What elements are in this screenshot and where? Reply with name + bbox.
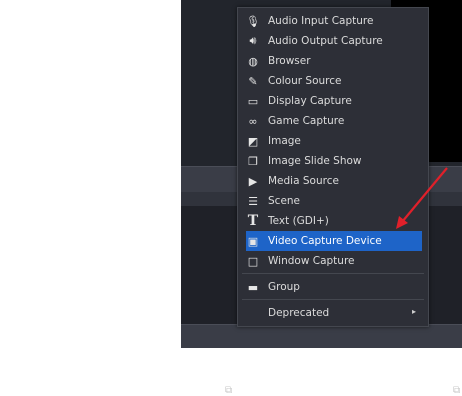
- dock-float-icon[interactable]: ⧉: [225, 385, 232, 396]
- menu-item-display-capture[interactable]: ▭ Display Capture: [238, 91, 428, 111]
- menu-item-audio-output-capture[interactable]: 🔊︎ Audio Output Capture: [238, 31, 428, 51]
- text-icon: T: [247, 213, 259, 229]
- menu-separator: [242, 273, 424, 274]
- menu-item-video-capture-device[interactable]: ▣ Video Capture Device: [246, 231, 422, 251]
- add-source-menu: 🎙︎ Audio Input Capture 🔊︎ Audio Output C…: [237, 7, 429, 327]
- slideshow-icon: ❐: [248, 154, 258, 168]
- window-icon: □: [247, 254, 259, 268]
- menu-item-deprecated[interactable]: Deprecated ▸: [238, 303, 428, 323]
- menu-item-group[interactable]: ▬ Group: [238, 277, 428, 297]
- camera-icon: ▣: [247, 234, 259, 248]
- play-icon: ▶: [248, 174, 258, 188]
- menu-item-game-capture[interactable]: ∞ Game Capture: [238, 111, 428, 131]
- gamepad-icon: ∞: [248, 114, 258, 128]
- menu-item-scene[interactable]: ☰ Scene: [238, 191, 428, 211]
- microphone-icon: 🎙︎: [246, 14, 260, 28]
- menu-item-image-slide-show[interactable]: ❐ Image Slide Show: [238, 151, 428, 171]
- menu-item-colour-source[interactable]: ✎ Colour Source: [238, 71, 428, 91]
- menu-item-window-capture[interactable]: □ Window Capture: [238, 251, 428, 271]
- dock-footer: [181, 324, 462, 348]
- list-icon: ☰: [248, 194, 258, 208]
- folder-icon: ▬: [247, 280, 259, 294]
- menu-item-audio-input-capture[interactable]: 🎙︎ Audio Input Capture: [238, 11, 428, 31]
- menu-item-text-gdi[interactable]: T Text (GDI+): [238, 211, 428, 231]
- chevron-right-icon: ▸: [411, 307, 416, 316]
- menu-item-image[interactable]: ◩ Image: [238, 131, 428, 151]
- image-icon: ◩: [247, 134, 259, 148]
- speaker-icon: 🔊︎: [249, 34, 257, 47]
- brush-icon: ✎: [248, 74, 258, 88]
- dock-float-icon-right[interactable]: ⧉: [453, 385, 460, 396]
- menu-item-media-source[interactable]: ▶ Media Source: [238, 171, 428, 191]
- menu-item-browser[interactable]: ◍ Browser: [238, 51, 428, 71]
- monitor-icon: ▭: [247, 94, 259, 108]
- globe-icon: ◍: [248, 54, 258, 68]
- menu-separator: [242, 299, 424, 300]
